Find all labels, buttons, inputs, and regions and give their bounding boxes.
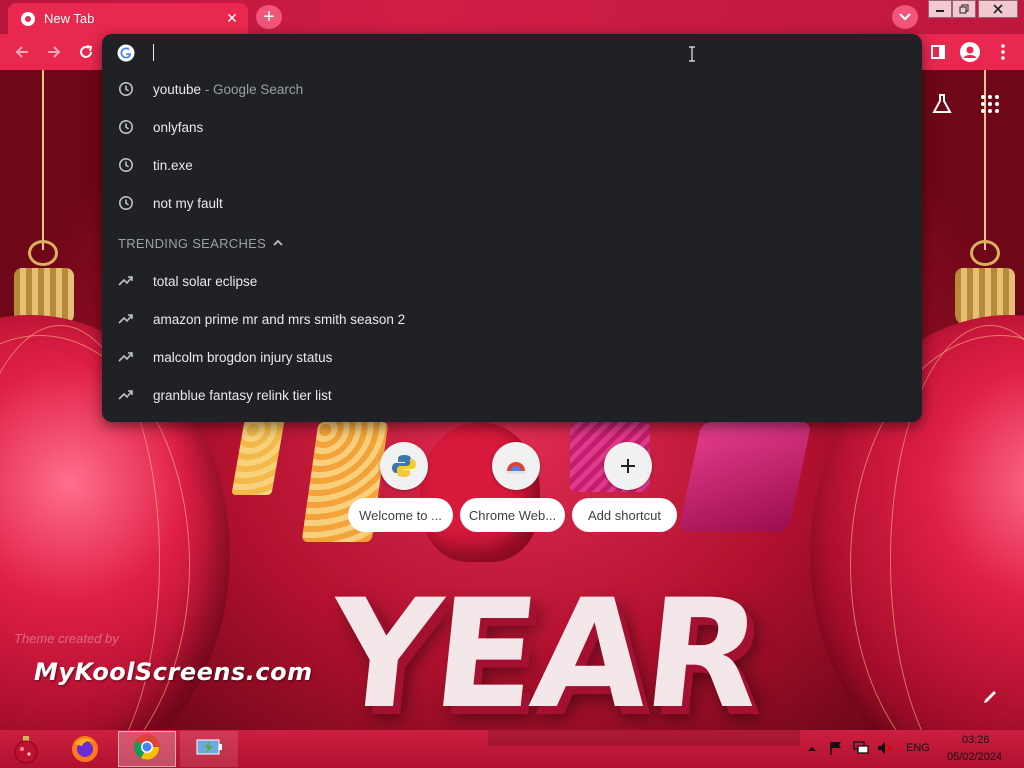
trending-arrow-icon xyxy=(118,273,134,289)
trending-searches-header: TRENDING SEARCHES xyxy=(118,236,267,251)
text-caret xyxy=(153,44,154,61)
clock-date[interactable]: 05/02/2024 xyxy=(947,751,1002,763)
history-clock-icon xyxy=(118,195,134,211)
shortcut-label: Welcome to ... xyxy=(348,498,453,532)
omnibox-suggestion-trending[interactable]: malcolm brogdon injury status xyxy=(102,338,922,376)
minimize-button[interactable] xyxy=(928,0,952,18)
labs-flask-icon[interactable] xyxy=(930,92,954,116)
side-panel-icon[interactable] xyxy=(926,40,950,64)
history-clock-icon xyxy=(118,119,134,135)
omnibox-suggestion-history[interactable]: not my fault xyxy=(102,184,922,222)
tab-title: New Tab xyxy=(44,11,95,26)
trending-arrow-icon xyxy=(118,387,134,403)
ornament-ring xyxy=(28,240,58,266)
new-tab-button[interactable]: + xyxy=(256,5,282,29)
omnibox-suggestion-trending[interactable]: total solar eclipse xyxy=(102,262,922,300)
shortcut-chrome-web-store[interactable]: Chrome Web... xyxy=(460,442,572,542)
chrome-favicon-icon xyxy=(20,11,36,27)
trending-arrow-icon xyxy=(118,311,134,327)
ornament-start-icon[interactable] xyxy=(6,731,46,767)
plus-icon xyxy=(604,442,652,490)
firefox-icon[interactable] xyxy=(64,731,106,767)
trending-arrow-icon xyxy=(118,349,134,365)
volume-muted-icon[interactable] xyxy=(876,740,894,756)
suggestion-text: amazon prime mr and mrs smith season 2 xyxy=(153,311,406,327)
title-bar: New Tab ✕ + xyxy=(0,0,1024,34)
history-clock-icon xyxy=(118,157,134,173)
theme-watermark: MyKoolScreens.com xyxy=(34,658,313,686)
back-arrow-icon[interactable] xyxy=(10,40,34,64)
network-icon[interactable] xyxy=(852,740,870,756)
chrome-taskbar-button[interactable] xyxy=(118,731,176,767)
add-shortcut-button[interactable]: Add shortcut xyxy=(572,442,684,542)
chevron-up-icon[interactable] xyxy=(271,236,285,250)
omnibox-suggestion-history[interactable]: tin.exe xyxy=(102,146,922,184)
chrome-icon xyxy=(133,733,161,766)
shortcut-label: Chrome Web... xyxy=(460,498,565,532)
action-center-flag-icon[interactable] xyxy=(828,740,844,756)
history-clock-icon xyxy=(118,81,134,97)
tab-new-tab[interactable]: New Tab ✕ xyxy=(8,3,248,34)
battery-app-icon xyxy=(194,735,224,764)
theme-credit-text: Theme created by xyxy=(14,631,119,646)
tab-search-chevron-icon[interactable] xyxy=(892,5,918,29)
suggestion-text: onlyfans xyxy=(153,119,204,135)
python-icon xyxy=(380,442,428,490)
taskbar-scroll-strip xyxy=(488,730,800,746)
menu-kebab-icon[interactable] xyxy=(991,40,1015,64)
omnibox-suggestion-history[interactable]: youtube - Google Search xyxy=(102,70,922,108)
shortcut-welcome[interactable]: Welcome to ... xyxy=(348,442,460,542)
reload-icon[interactable] xyxy=(74,40,98,64)
omnibox-address-input[interactable] xyxy=(152,42,852,64)
suggestion-subtext: - Google Search xyxy=(201,81,304,97)
shortcut-label: Add shortcut xyxy=(572,498,677,532)
suggestion-text: malcolm brogdon injury status xyxy=(153,349,333,365)
deco-letter-w2 xyxy=(678,422,812,532)
clock-time[interactable]: 03:26 xyxy=(962,734,990,746)
suggestion-text: tin.exe xyxy=(153,157,193,173)
customize-pencil-icon[interactable] xyxy=(980,685,1002,707)
google-g-icon xyxy=(117,44,135,62)
deco-letter-n xyxy=(231,420,285,495)
omnibox-suggestion-trending[interactable]: amazon prime mr and mrs smith season 2 xyxy=(102,300,922,338)
omnibox-dropdown: youtube - Google Search onlyfans tin.exe… xyxy=(102,34,922,422)
deco-year-text: YEAR xyxy=(320,568,766,730)
forward-arrow-icon[interactable] xyxy=(42,40,66,64)
suggestion-text: granblue fantasy relink tier list xyxy=(153,387,332,403)
ibeam-cursor-icon xyxy=(688,46,696,62)
battery-app-button[interactable] xyxy=(180,731,238,767)
omnibox-suggestion-trending[interactable]: granblue fantasy relink tier list xyxy=(102,376,922,414)
google-apps-grid-icon[interactable] xyxy=(978,92,1002,116)
profile-avatar-icon[interactable] xyxy=(958,40,982,64)
suggestion-text: total solar eclipse xyxy=(153,273,258,289)
suggestion-text: youtube xyxy=(153,81,202,97)
restore-button[interactable] xyxy=(952,0,976,18)
omnibox-input-row[interactable] xyxy=(102,34,922,72)
omnibox-suggestion-history[interactable]: onlyfans xyxy=(102,108,922,146)
ornament-ring xyxy=(970,240,1000,266)
chrome-web-store-icon xyxy=(492,442,540,490)
ornament-string xyxy=(42,70,44,250)
show-hidden-icons-chevron-icon[interactable] xyxy=(806,742,818,754)
language-indicator[interactable]: ENG xyxy=(906,742,930,754)
tab-close-icon[interactable]: ✕ xyxy=(222,9,242,29)
close-window-button[interactable] xyxy=(978,0,1018,18)
suggestion-text: not my fault xyxy=(153,195,223,211)
